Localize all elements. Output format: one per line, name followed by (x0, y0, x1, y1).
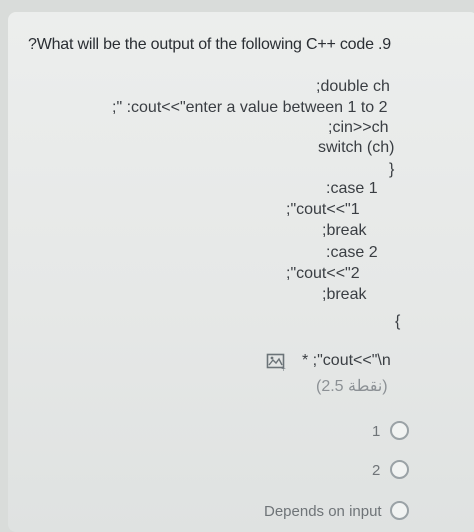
option-3-radio[interactable] (390, 501, 409, 520)
code-line-10: ;"cout<<"2 (286, 265, 360, 282)
points-label: (نقطة 2.5) (316, 378, 388, 395)
code-line-3: ;cin>>ch (328, 119, 389, 136)
option-2-radio[interactable] (390, 460, 409, 479)
code-line-13: * ;"cout<<"\n (302, 352, 391, 369)
image-icon-svg: + (266, 353, 286, 373)
code-line-11: ;break (322, 286, 367, 303)
code-line-12: { (395, 313, 401, 330)
option-3-label: Depends on input (264, 503, 382, 520)
code-line-5: } (389, 161, 395, 178)
option-1-radio[interactable] (390, 421, 409, 440)
code-line-1: ;double ch (316, 78, 390, 95)
svg-text:+: + (281, 366, 286, 372)
option-1-label: 1 (372, 423, 381, 440)
code-line-9: :case 2 (326, 244, 378, 261)
code-line-2: ;" :cout<<"enter a value between 1 to 2 (112, 99, 388, 116)
code-line-4: switch (ch) (318, 139, 395, 156)
image-icon[interactable]: + (266, 352, 288, 373)
code-line-8: ;break (322, 222, 367, 239)
question-text: ?What will be the output of the followin… (28, 36, 391, 53)
option-2-label: 2 (372, 462, 381, 479)
code-line-6: :case 1 (326, 180, 378, 197)
question-card (8, 12, 474, 532)
code-line-7: ;"cout<<"1 (286, 201, 360, 218)
